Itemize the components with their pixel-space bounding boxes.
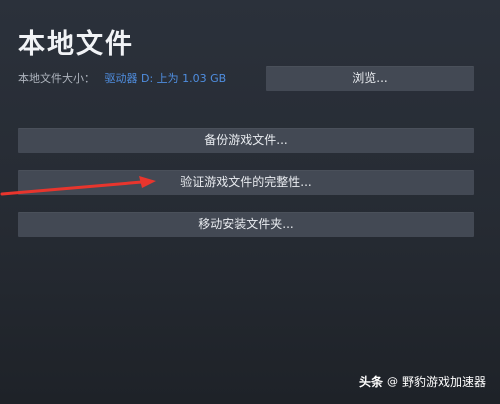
local-file-size-value: 驱动器 D: 上为 1.03 GB	[104, 72, 227, 85]
red-arrow-annotation	[0, 176, 156, 196]
page-title: 本地文件	[18, 29, 134, 60]
browse-button[interactable]: 浏览...	[266, 66, 474, 91]
move-install-folder-button[interactable]: 移动安装文件夹...	[18, 212, 474, 237]
watermark-brand: 头条	[358, 375, 383, 389]
watermark: 头条 @ 野豹游戏加速器	[359, 373, 486, 390]
red-arrow-shaft	[0, 180, 144, 196]
local-file-size-label: 本地文件大小：	[18, 72, 95, 85]
watermark-account: 野豹游戏加速器	[401, 375, 486, 389]
backup-game-files-button[interactable]: 备份游戏文件...	[18, 128, 474, 153]
watermark-at: @	[386, 375, 398, 388]
local-file-size-row: 本地文件大小： 驱动器 D: 上为 1.03 GB	[18, 70, 226, 86]
red-arrow-head	[139, 176, 156, 188]
